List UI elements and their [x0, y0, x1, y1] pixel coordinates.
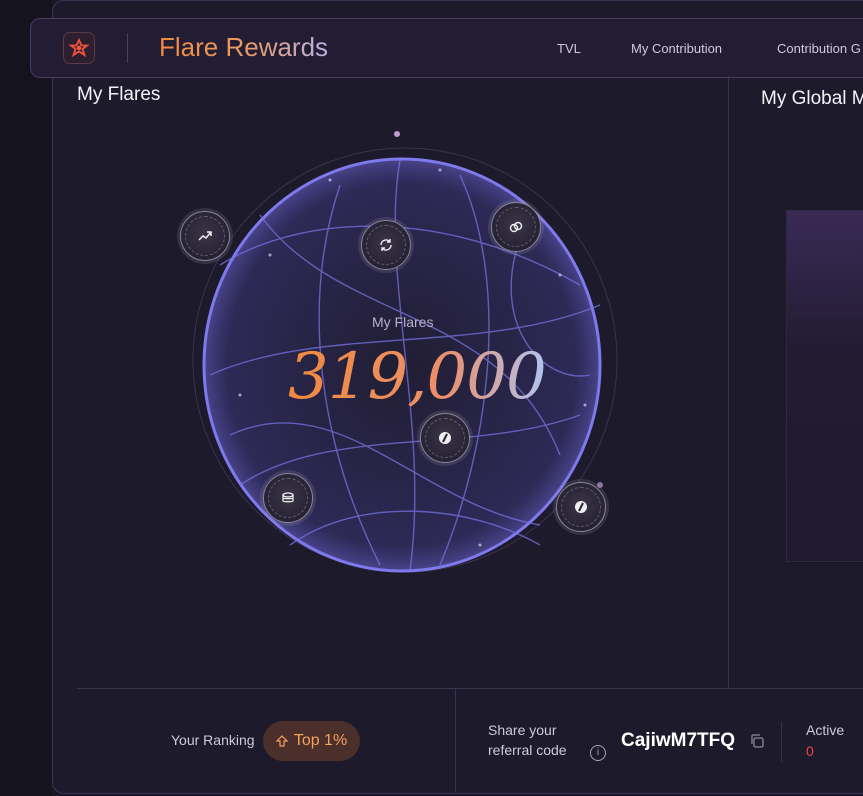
footer-separator [781, 722, 782, 762]
rank-arrow-icon [275, 735, 288, 747]
left-edge [0, 0, 52, 796]
panel-divider [728, 76, 729, 688]
slash-token-icon[interactable] [556, 482, 606, 532]
slash-token-icon[interactable] [420, 413, 470, 463]
app-title: Flare Rewards [159, 32, 329, 62]
referral-code: CajiwM7TFQ [621, 730, 736, 751]
footer-divider [77, 688, 863, 689]
nav-my-contribution[interactable]: My Contribution [631, 41, 722, 56]
my-global-title: My Global M [761, 88, 863, 109]
nav-tvl[interactable]: TVL [557, 41, 581, 56]
my-flares-label: My Flares [372, 314, 434, 330]
footer-separator [455, 689, 456, 792]
my-flares-title: My Flares [77, 84, 161, 105]
ranking-label: Your Ranking [171, 732, 255, 748]
trend-up-icon[interactable] [180, 211, 230, 261]
header-divider [127, 33, 128, 63]
active-value: 0 [806, 743, 814, 759]
my-flares-value: 319,000 [288, 340, 547, 414]
ranking-value: Top 1% [293, 732, 348, 749]
global-card [786, 210, 863, 562]
refresh-icon[interactable] [361, 220, 411, 270]
ranking-badge: Top 1% [263, 721, 360, 761]
coins-icon[interactable] [263, 473, 313, 523]
nav-contribution-g[interactable]: Contribution G [777, 41, 861, 56]
copy-icon[interactable] [749, 733, 765, 749]
link-icon[interactable] [491, 202, 541, 252]
active-label: Active [806, 722, 845, 738]
share-referral-label: Share your referral code [488, 722, 567, 758]
flare-logo-icon[interactable] [63, 32, 95, 64]
top-header: Flare Rewards TVL My Contribution Contri… [30, 18, 863, 78]
info-icon[interactable]: i [590, 745, 606, 761]
